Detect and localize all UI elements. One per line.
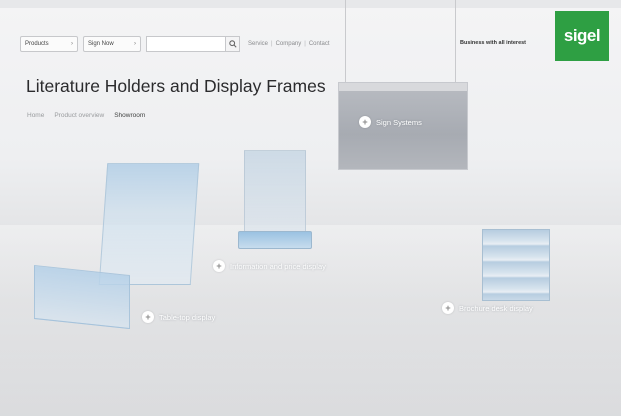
- showroom-stage: Products › Sign Now › Service | Company …: [0, 0, 621, 416]
- link-company[interactable]: Company: [276, 41, 302, 47]
- chevron-down-icon: ›: [134, 41, 136, 47]
- hotspot-label: Information and price display: [230, 261, 326, 271]
- plus-icon: +: [359, 116, 371, 128]
- search-icon: [228, 40, 237, 48]
- link-separator: |: [304, 41, 306, 47]
- product-type-dropdown-label: Sign Now: [88, 41, 114, 47]
- chevron-down-icon: ›: [71, 41, 73, 47]
- sigel-logo[interactable]: sigel: [555, 11, 609, 61]
- page-title: Literature Holders and Display Frames: [26, 76, 326, 96]
- hotspot-label: Table-top display: [159, 312, 216, 322]
- breadcrumb-product-overview[interactable]: Product overview: [54, 112, 104, 119]
- breadcrumb-home[interactable]: Home: [27, 112, 44, 119]
- products-dropdown-label: Products: [25, 41, 49, 47]
- hotspot-label: Brochure desk display: [459, 303, 533, 313]
- sign-wire-right: [455, 0, 456, 84]
- hotspot-sign-systems[interactable]: + Sign Systems: [359, 116, 422, 128]
- tall-display-product[interactable]: [98, 163, 200, 285]
- toolbar: Products › Sign Now › Service | Company …: [20, 35, 330, 53]
- link-contact[interactable]: Contact: [309, 41, 330, 47]
- hotspot-brochure-rack[interactable]: + Brochure desk display: [442, 302, 533, 314]
- hotspot-label: Sign Systems: [376, 117, 422, 127]
- top-links: Service | Company | Contact: [248, 41, 330, 47]
- tagline: Business with all interest: [460, 40, 527, 46]
- info-stand-product[interactable]: [244, 150, 306, 244]
- plus-icon: +: [442, 302, 454, 314]
- plus-icon: +: [142, 311, 154, 323]
- breadcrumb: Home Product overview Showroom: [27, 112, 155, 119]
- table-top-display-product[interactable]: [34, 264, 130, 330]
- link-separator: |: [271, 41, 273, 47]
- breadcrumb-current: Showroom: [114, 112, 146, 119]
- hotspot-table-top[interactable]: + Table-top display: [142, 311, 215, 323]
- top-bar: [0, 0, 621, 8]
- search-input[interactable]: [146, 36, 226, 52]
- sign-wire-left: [345, 0, 346, 84]
- search-button[interactable]: [226, 36, 240, 52]
- product-type-dropdown[interactable]: Sign Now ›: [83, 36, 141, 52]
- hotspot-info-stand[interactable]: + Information and price display: [213, 260, 326, 272]
- info-stand-base: [238, 231, 312, 249]
- brochure-rack-product[interactable]: [482, 229, 550, 301]
- link-service[interactable]: Service: [248, 41, 268, 47]
- products-dropdown[interactable]: Products ›: [20, 36, 78, 52]
- sign-frame-top: [339, 83, 467, 91]
- plus-icon: +: [213, 260, 225, 272]
